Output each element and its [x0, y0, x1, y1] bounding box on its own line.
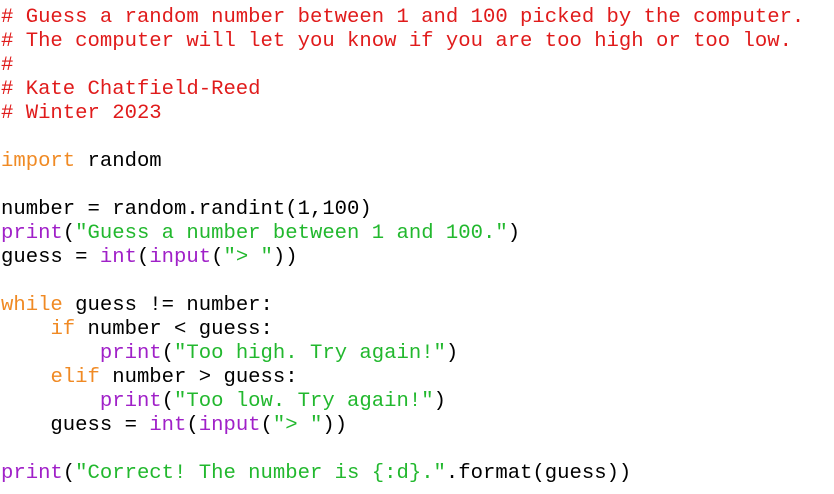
code-line: guess = int(input("> ")) — [1, 246, 833, 270]
code-token-comment: # Guess a random number between 1 and 10… — [1, 6, 805, 29]
code-token-string: "Too high. Try again!" — [174, 342, 446, 365]
code-token-code: random — [75, 150, 162, 173]
code-token-comment: # Kate Chatfield-Reed — [1, 78, 261, 101]
code-token-builtin: input — [198, 414, 261, 437]
code-line: if number < guess: — [1, 318, 833, 342]
code-token-code — [1, 342, 100, 365]
code-token-string: "> " — [272, 414, 323, 437]
code-line: # The computer will let you know if you … — [1, 30, 833, 54]
code-line: # Winter 2023 — [1, 102, 833, 126]
code-token-code: ( — [186, 414, 199, 437]
code-token-builtin: int — [149, 414, 187, 437]
code-line: # Guess a random number between 1 and 10… — [1, 6, 833, 30]
code-token-string: "Too low. Try again!" — [174, 390, 434, 413]
code-token-code: guess = — [1, 414, 150, 437]
code-token-code — [1, 318, 50, 341]
code-token-keyword: elif — [50, 366, 100, 389]
code-token-code: number > guess: — [99, 366, 298, 389]
code-line: print("Too low. Try again!") — [1, 390, 833, 414]
code-line: print("Correct! The number is {:d}.".for… — [1, 462, 833, 486]
code-token-code: guess = — [1, 246, 100, 269]
code-line: print("Guess a number between 1 and 100.… — [1, 222, 833, 246]
code-token-keyword: if — [50, 318, 76, 341]
code-token-comment: # — [1, 54, 14, 77]
code-token-code: ( — [136, 246, 150, 269]
code-line: number = random.randint(1,100) — [1, 198, 833, 222]
code-token-builtin: print — [1, 462, 63, 485]
code-token-keyword: while — [1, 294, 63, 317]
code-line: # Kate Chatfield-Reed — [1, 78, 833, 102]
code-token-code: number = random.randint(1,100) — [1, 198, 372, 221]
code-token-string: "> " — [223, 246, 273, 269]
code-token-builtin: print — [1, 222, 63, 245]
code-token-code: .format(guess)) — [445, 462, 632, 485]
code-token-comment: # Winter 2023 — [1, 102, 162, 125]
code-token-code: ) — [433, 390, 446, 413]
code-token-code: ( — [211, 246, 224, 269]
code-token-code: )) — [272, 246, 298, 269]
code-editor[interactable]: # Guess a random number between 1 and 10… — [1, 6, 833, 486]
code-token-code: ( — [260, 414, 273, 437]
code-line: print("Too high. Try again!") — [1, 342, 833, 366]
code-token-builtin: print — [99, 342, 162, 365]
code-line: import random — [1, 150, 833, 174]
code-token-code — [1, 366, 50, 389]
code-token-keyword: import — [1, 150, 76, 173]
code-token-code: ( — [62, 462, 76, 485]
code-token-code: )) — [322, 414, 348, 437]
code-token-code — [1, 390, 100, 413]
code-token-code: ( — [62, 222, 76, 245]
code-token-code: guess != number: — [62, 294, 273, 317]
code-line: guess = int(input("> ")) — [1, 414, 833, 438]
code-token-builtin: int — [99, 246, 137, 269]
code-token-string: "Guess a number between 1 and 100." — [75, 222, 508, 245]
code-line: while guess != number: — [1, 294, 833, 318]
code-token-code: ) — [445, 342, 459, 365]
code-token-code: number < guess: — [75, 318, 273, 341]
code-line: # — [1, 54, 833, 78]
code-token-string: "Correct! The number is {:d}." — [75, 462, 446, 485]
code-token-comment: # The computer will let you know if you … — [1, 30, 792, 53]
code-token-code: ( — [161, 342, 175, 365]
code-token-code: ) — [507, 222, 521, 245]
code-token-builtin: print — [99, 390, 162, 413]
code-token-builtin: input — [149, 246, 212, 269]
code-token-code: ( — [161, 390, 175, 413]
code-line: elif number > guess: — [1, 366, 833, 390]
